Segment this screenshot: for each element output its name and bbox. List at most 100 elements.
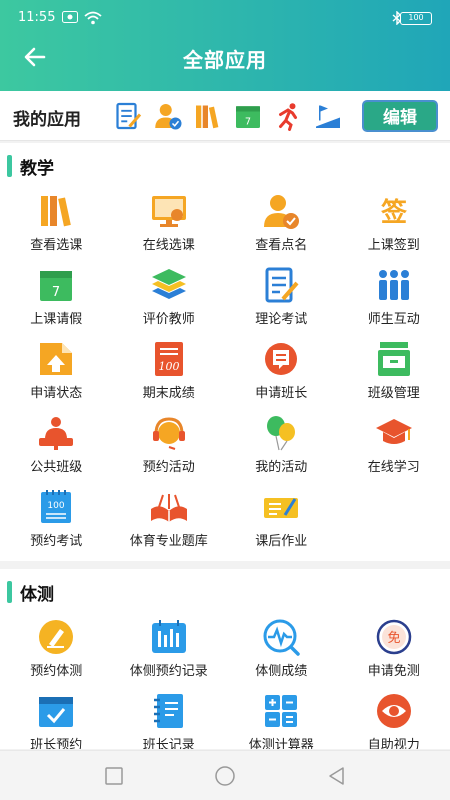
app-label: 在线选课 [142,238,195,253]
svg-text:签: 签 [381,197,408,228]
books-icon[interactable] [193,101,223,131]
podium-icon[interactable] [313,101,343,131]
app-sports-question-bank[interactable]: 体育专业题库 [113,483,226,557]
svg-text:7: 7 [52,285,60,300]
app-label: 班长预约 [30,738,83,749]
section-teaching: 教学 查看选课 在线选课 查看点名 签 上课签到 7 上课请假 评价教师 理论考… [0,143,450,561]
app-teacher-student-interaction[interactable]: 师生互动 [338,261,450,335]
app-label: 体育专业题库 [129,534,208,549]
app-label: 预约体测 [30,664,83,679]
app-final-grades[interactable]: 100 期末成绩 [113,335,226,409]
app-homework[interactable]: 课后作业 [225,483,338,557]
calendar-icon: 7 [40,271,73,301]
app-application-status[interactable]: 申请状态 [0,335,113,409]
app-label: 上课请假 [30,312,83,327]
my-apps-bar: 我的应用 7 编辑 [0,91,450,141]
app-apply-monitor[interactable]: 申请班长 [225,335,338,409]
app-label: 体侧预约记录 [129,664,208,679]
notepad-icon: 100 [41,490,72,523]
app-label: 理论考试 [255,312,308,327]
svg-text:免: 免 [387,631,400,646]
sign-icon: 签 [381,197,408,228]
app-label: 申请状态 [30,386,83,401]
app-label: 课后作业 [255,534,308,549]
app-online-learning[interactable]: 在线学习 [338,409,450,483]
app-label: 预约考试 [30,534,83,549]
app-class-leave[interactable]: 7 上课请假 [0,261,113,335]
system-nav-bar [0,750,450,800]
recents-square-icon[interactable] [103,765,125,787]
svg-text:100: 100 [158,360,179,373]
edit-button[interactable]: 编辑 [362,100,438,132]
page-title: 全部应用 [183,48,267,72]
home-circle-icon[interactable] [214,765,236,787]
app-monitor-booking[interactable]: 班长预约 [0,687,113,749]
app-monitor-records[interactable]: 班长记录 [113,687,226,749]
app-label: 预约活动 [142,460,195,475]
app-fitness-booking-records[interactable]: 体侧预约记录 [113,613,226,687]
app-label: 在线学习 [367,460,420,475]
edit-circle-icon [39,620,74,654]
section-accent-bar [7,155,12,177]
app-label: 自助视力 [367,738,420,749]
app-label: 上课签到 [367,238,420,253]
headset-icon [152,417,185,450]
graduation-icon [375,419,412,444]
battery-indicator: 100 [400,12,432,25]
group-icon [378,270,409,300]
section-header: 体测 [0,569,450,613]
svg-text:7: 7 [245,116,251,127]
app-header: 11:55 100 全部应用 [0,0,450,91]
wifi-icon [84,11,102,25]
app-list[interactable]: 教学 查看选课 在线选课 查看点名 签 上课签到 7 上课请假 评价教师 理论考… [0,143,450,749]
calendar-icon[interactable]: 7 [233,101,263,131]
app-fitness-calculator[interactable]: 体测计算器 [225,687,338,749]
app-label: 班级管理 [367,386,420,401]
svg-text:100: 100 [48,501,65,511]
back-triangle-icon[interactable] [326,765,348,787]
homework-icon [264,498,299,518]
runner-icon[interactable] [273,101,303,131]
app-online-course-selection[interactable]: 在线选课 [113,187,226,261]
app-public-class[interactable]: 公共班级 [0,409,113,483]
app-self-eye-test[interactable]: 自助视力 [338,687,450,749]
app-class-sign-in[interactable]: 签 上课签到 [338,187,450,261]
app-fitness-results[interactable]: 体侧成绩 [225,613,338,687]
exempt-icon: 免 [376,619,411,655]
app-theory-exam[interactable]: 理论考试 [225,261,338,335]
balloon-icon [267,416,296,451]
exam-icon [265,267,299,303]
app-book-fitness-test[interactable]: 预约体测 [0,613,113,687]
app-label: 申请班长 [255,386,308,401]
app-view-courses[interactable]: 查看选课 [0,187,113,261]
section-title: 教学 [20,159,54,179]
chat-icon [265,343,298,375]
app-view-roll-call[interactable]: 查看点名 [225,187,338,261]
monitor-icon [151,196,186,227]
calendar-check-icon [39,697,74,727]
person-check-icon[interactable] [153,101,183,131]
notification-icon [62,11,78,23]
app-my-activities[interactable]: 我的活动 [225,409,338,483]
app-class-management[interactable]: 班级管理 [338,335,450,409]
teacher-icon [39,417,74,450]
bar-chart-icon [151,620,186,653]
section-title: 体测 [20,585,54,605]
app-book-activity[interactable]: 预约活动 [113,409,226,483]
app-apply-exemption[interactable]: 免 申请免测 [338,613,450,687]
app-label: 体测计算器 [248,738,314,749]
layers-icon [151,269,186,299]
section-header: 教学 [0,143,450,187]
books-icon [41,196,72,227]
section-accent-bar [7,581,12,603]
checklist-icon[interactable] [113,101,143,131]
upload-icon [40,343,73,375]
app-label: 期末成绩 [142,386,195,401]
app-label: 公共班级 [30,460,83,475]
score-icon: 100 [154,342,183,376]
section-fitness-test: 体测 预约体测 体侧预约记录 体侧成绩 免 申请免测 班长预约 班长记录 体测计… [0,569,450,749]
app-label: 查看点名 [255,238,308,253]
app-label: 体侧成绩 [255,664,308,679]
app-book-exam[interactable]: 100 预约考试 [0,483,113,557]
app-evaluate-teacher[interactable]: 评价教师 [113,261,226,335]
